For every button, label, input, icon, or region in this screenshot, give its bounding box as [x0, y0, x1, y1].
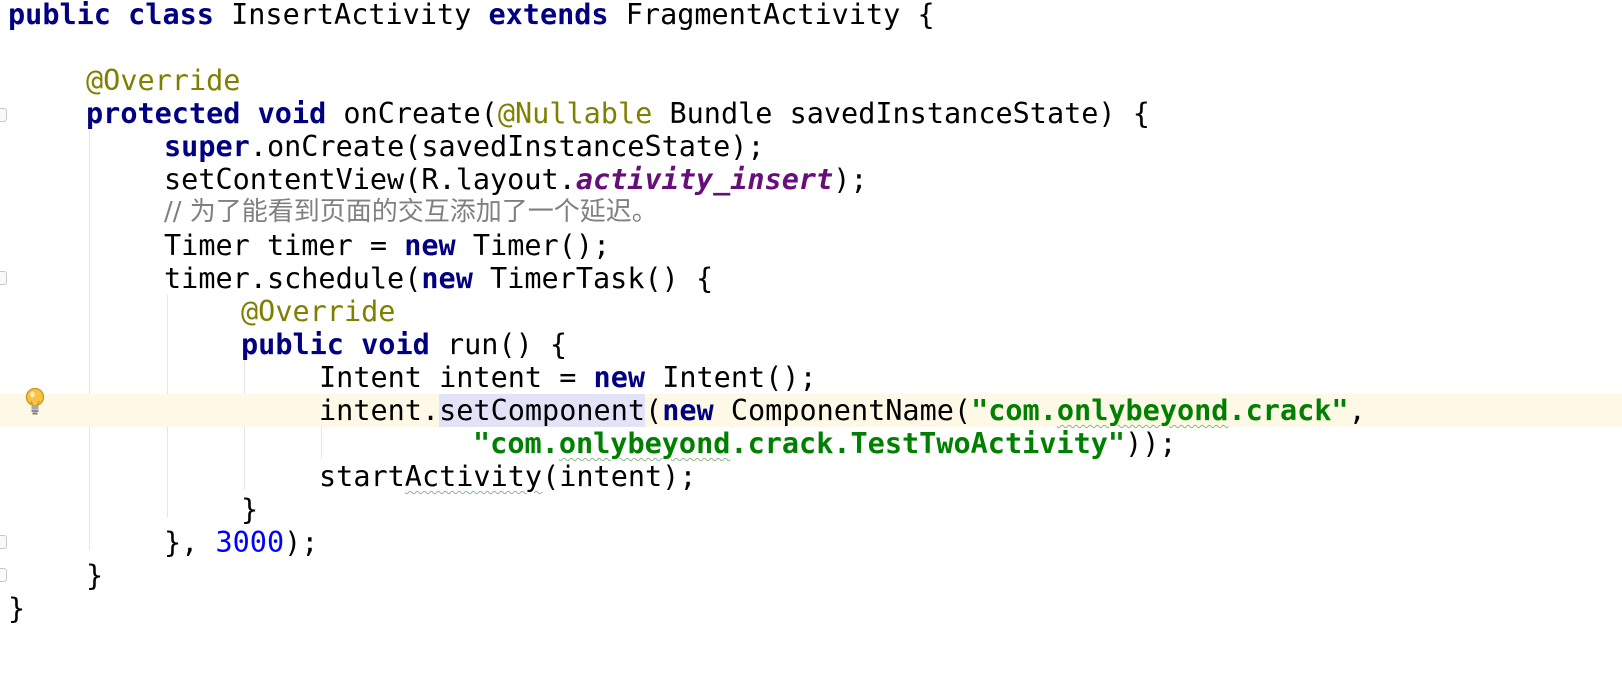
code-line[interactable]: protected void onCreate(@Nullable Bundle…: [0, 97, 1622, 130]
keyword: void: [361, 328, 430, 361]
code-text: timer.schedule(: [164, 262, 422, 295]
keyword: extends: [488, 0, 609, 31]
keyword: super: [164, 130, 250, 163]
code-line-current[interactable]: intent.setComponent(new ComponentName("c…: [0, 394, 1622, 427]
code-text: TimerTask() {: [490, 262, 714, 295]
code-text: Activity: [404, 460, 543, 493]
code-line[interactable]: public void run() {: [0, 328, 1622, 361]
code-text: Intent();: [662, 361, 817, 394]
code-text: start: [319, 460, 405, 493]
keyword: void: [257, 97, 327, 130]
code-text: );: [833, 163, 868, 196]
code-line[interactable]: startActivity(intent);: [0, 460, 1622, 493]
code-text: run() {: [446, 328, 568, 361]
parameter-list: Bundle savedInstanceState) {: [669, 97, 1150, 130]
code-line[interactable]: @Override: [0, 64, 1622, 97]
code-text: },: [164, 526, 216, 559]
method-usage-highlight[interactable]: setComponent: [439, 394, 646, 427]
superclass-name: FragmentActivity {: [625, 0, 935, 31]
code-line[interactable]: setContentView(R.layout.activity_insert)…: [0, 163, 1622, 196]
annotation: @Nullable: [497, 97, 653, 130]
keyword: public: [8, 0, 111, 31]
string-literal: "com.onlybeyond.crack": [971, 394, 1349, 427]
method-signature: onCreate(: [343, 97, 498, 130]
keyword: protected: [86, 97, 241, 130]
lightbulb-icon[interactable]: [24, 387, 46, 419]
annotation: @Override: [241, 295, 396, 328]
code-line[interactable]: }, 3000);: [0, 526, 1622, 559]
code-text: .onCreate(savedInstanceState);: [249, 130, 765, 163]
code-line[interactable]: super.onCreate(savedInstanceState);: [0, 130, 1622, 163]
code-line[interactable]: }: [0, 559, 1622, 592]
code-line[interactable]: @Override: [0, 295, 1622, 328]
code-line[interactable]: Timer timer = new Timer();: [0, 229, 1622, 262]
code-text: ));: [1125, 427, 1177, 460]
code-line[interactable]: Intent intent = new Intent();: [0, 361, 1622, 394]
string-literal: "com.onlybeyond.crack.TestTwoActivity": [473, 427, 1126, 460]
code-text: setContentView(R.layout.: [164, 163, 576, 196]
code-line[interactable]: }: [0, 592, 1622, 625]
code-line[interactable]: }: [0, 493, 1622, 526]
code-text: ComponentName(: [730, 394, 972, 427]
code-text: intent.: [319, 394, 440, 427]
keyword: new: [662, 394, 714, 427]
code-line[interactable]: timer.schedule(new TimerTask() {: [0, 262, 1622, 295]
code-text: ,: [1348, 394, 1366, 427]
annotation: @Override: [86, 64, 241, 97]
number-literal: 3000: [215, 526, 285, 559]
code-text: (: [645, 394, 663, 427]
code-text: (intent);: [542, 460, 697, 493]
code-line[interactable]: "com.onlybeyond.crack.TestTwoActivity"))…: [0, 427, 1622, 460]
class-name: InsertActivity: [231, 0, 472, 31]
keyword: new: [404, 229, 456, 262]
code-text: );: [284, 526, 319, 559]
keyword: new: [593, 361, 646, 394]
code-line[interactable]: // 为了能看到页面的交互添加了一个延迟。: [0, 196, 1622, 229]
keyword: class: [128, 0, 214, 31]
code-line[interactable]: public class InsertActivity extends Frag…: [0, 0, 1622, 31]
closing-brace: }: [86, 559, 104, 592]
closing-brace: }: [241, 493, 259, 526]
keyword: new: [421, 262, 473, 295]
keyword: public: [241, 328, 344, 361]
code-text: Timer timer =: [164, 229, 405, 262]
static-field: activity_insert: [575, 163, 834, 196]
code-text: Timer();: [472, 229, 611, 262]
code-editor[interactable]: public class InsertActivity extends Frag…: [0, 0, 1622, 658]
comment: // 为了能看到页面的交互添加了一个延迟。: [164, 197, 658, 227]
code-text: Intent intent =: [319, 361, 594, 394]
closing-brace: }: [8, 592, 26, 625]
